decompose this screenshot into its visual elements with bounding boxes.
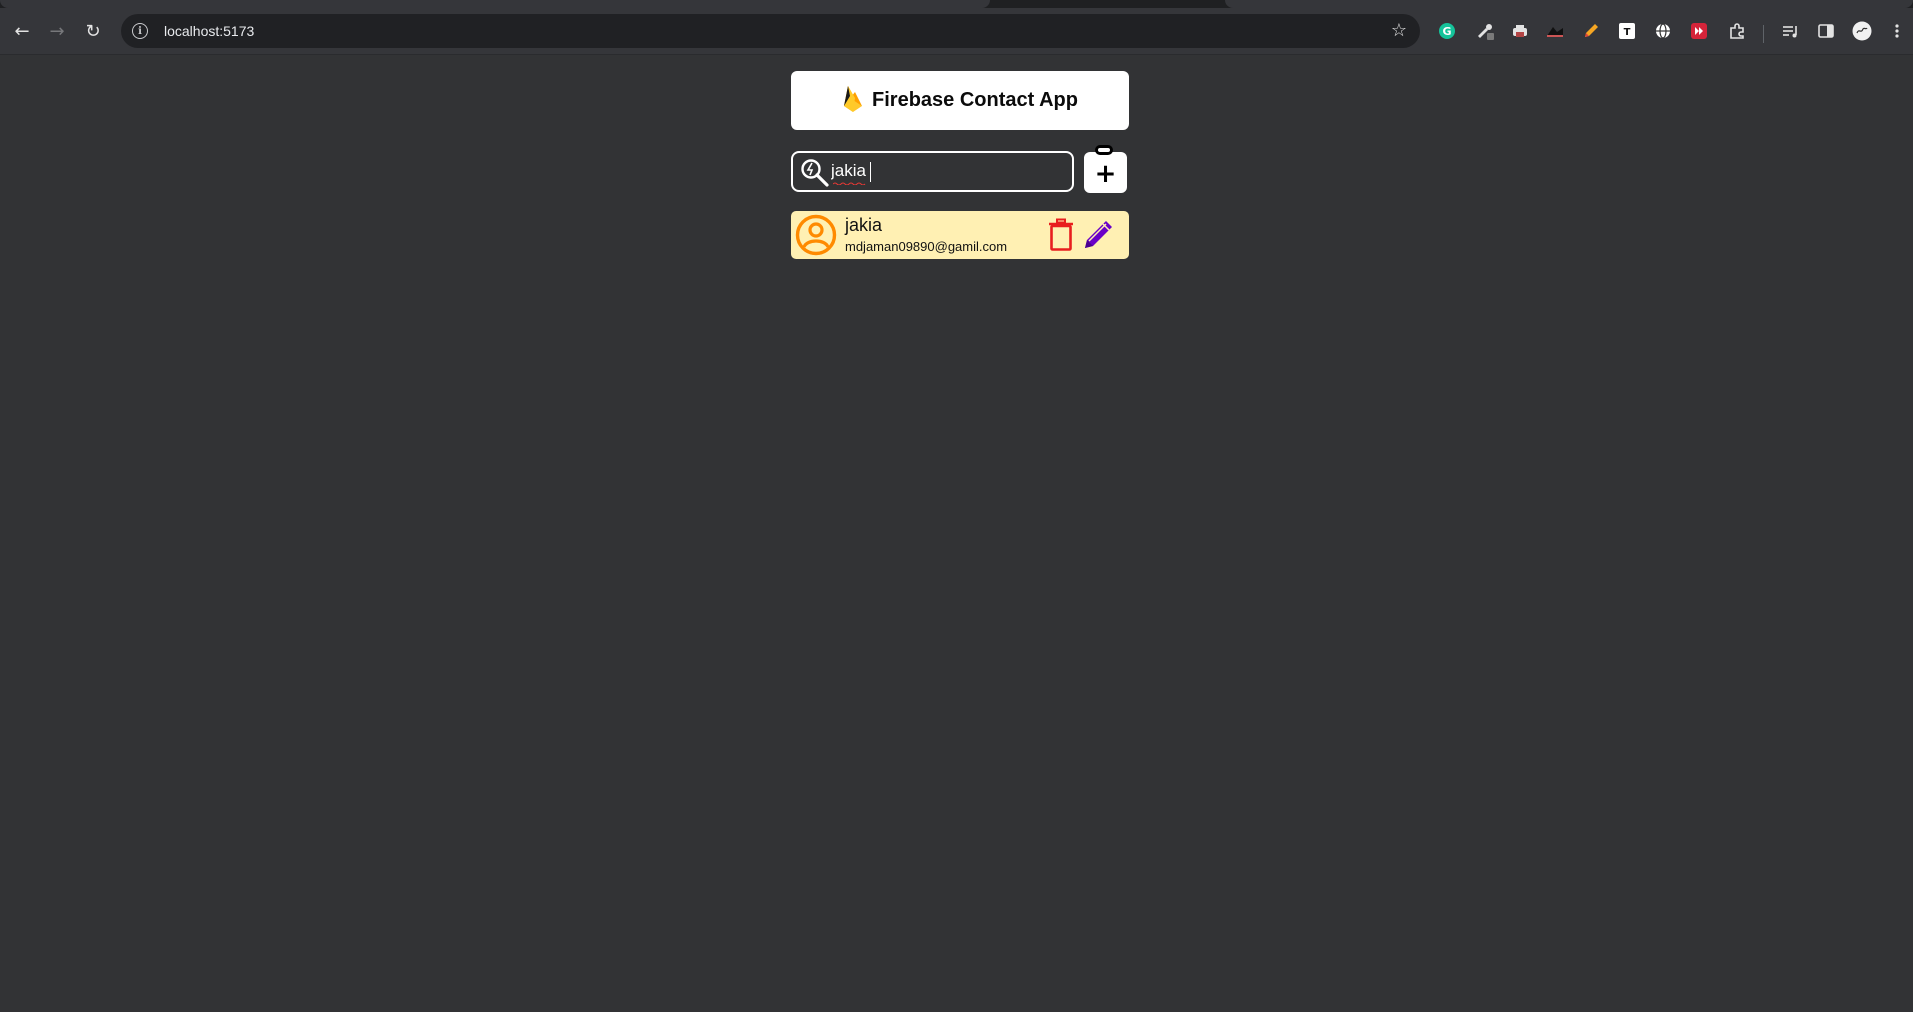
more-menu-icon[interactable] [1887, 21, 1907, 41]
dropper-icon[interactable] [1475, 21, 1495, 41]
text-ext-icon[interactable]: T [1617, 21, 1637, 41]
search-input[interactable] [831, 157, 1066, 185]
edit-contact-button[interactable] [1082, 217, 1116, 255]
grammarly-icon[interactable]: G [1437, 21, 1457, 41]
text-caret [870, 162, 871, 182]
sidebar-icon[interactable] [1816, 21, 1836, 41]
site-info-icon[interactable]: i [132, 23, 148, 39]
address-bar[interactable]: i localhost:5173 ☆ [121, 14, 1420, 48]
contact-email: mdjaman09890@gamil.com [845, 239, 1008, 254]
bookmark-star-icon[interactable]: ☆ [1391, 20, 1407, 41]
red-ext-icon[interactable] [1689, 21, 1709, 41]
tab-strip-segment [0, 0, 990, 8]
contact-name: jakia [845, 215, 883, 235]
arrow-right-icon: → [49, 20, 65, 42]
extension-dark-icon[interactable] [1545, 21, 1565, 41]
contact-card[interactable]: jakia mdjaman09890@gamil.com [791, 211, 1129, 259]
search-icon [800, 158, 830, 192]
reload-icon: ↻ [85, 20, 101, 42]
puzzle-icon[interactable] [1727, 21, 1747, 41]
app-header: Firebase Contact App [791, 71, 1129, 130]
search-box[interactable] [791, 151, 1074, 192]
app-title: Firebase Contact App [872, 89, 1078, 111]
pencil-icon [1085, 221, 1112, 248]
delete-contact-button[interactable] [1047, 218, 1075, 256]
media-icon[interactable] [1780, 21, 1800, 41]
browser-toolbar: ← → ↻ i localhost:5173 ☆ G T [0, 8, 1913, 55]
globe-ext-icon[interactable] [1653, 21, 1673, 41]
tab-strip-segment [1225, 0, 1913, 8]
back-button[interactable]: ← [6, 8, 38, 54]
plus-icon: + [1094, 159, 1117, 189]
printer-icon[interactable] [1510, 21, 1530, 41]
spellcheck-underline [833, 182, 866, 185]
svg-text:G: G [1442, 25, 1451, 38]
svg-text:T: T [1624, 27, 1631, 38]
tab-strip [0, 0, 1913, 8]
arrow-left-icon: ← [14, 20, 30, 42]
toolbar-separator [1763, 25, 1764, 43]
reload-button[interactable]: ↻ [77, 8, 109, 54]
pencil-ext-icon[interactable] [1581, 21, 1601, 41]
trash-icon [1049, 218, 1073, 251]
user-avatar-icon [795, 214, 837, 260]
firebase-logo-icon [842, 84, 864, 118]
profile-icon[interactable] [1852, 21, 1872, 41]
url-text: localhost:5173 [164, 23, 255, 39]
clipboard-clip-icon [1095, 145, 1113, 155]
add-contact-button[interactable]: + [1084, 145, 1127, 193]
forward-button[interactable]: → [41, 8, 73, 54]
